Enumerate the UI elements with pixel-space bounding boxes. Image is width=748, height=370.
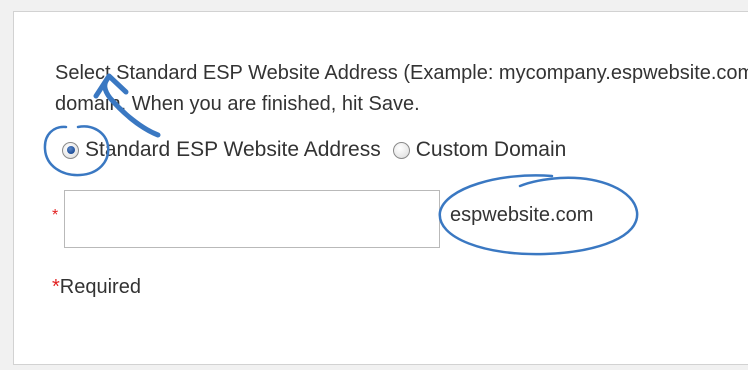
instruction-line-1: Select Standard ESP Website Address (Exa… xyxy=(55,62,748,84)
required-note: *Required xyxy=(52,276,141,299)
instruction-line-2: domain. When you are finished, hit Save. xyxy=(55,93,420,115)
standard-address-radio[interactable] xyxy=(62,141,79,159)
radio-selected-dot xyxy=(66,146,75,154)
domain-suffix: espwebsite.com xyxy=(450,204,594,226)
standard-address-label[interactable]: Standard ESP Website Address xyxy=(85,138,381,162)
required-note-text: Required xyxy=(59,276,141,298)
custom-domain-radio[interactable] xyxy=(392,141,410,159)
website-type-radio-group: Standard ESP Website Address Custom Doma… xyxy=(62,135,578,165)
custom-domain-label[interactable]: Custom Domain xyxy=(416,138,567,162)
page: Select Standard ESP Website Address (Exa… xyxy=(0,0,748,370)
domain-input[interactable] xyxy=(64,190,440,248)
required-note-asterisk: * xyxy=(52,276,60,298)
instruction-text: Select Standard ESP Website Address (Exa… xyxy=(55,58,748,120)
required-asterisk: * xyxy=(52,207,59,224)
